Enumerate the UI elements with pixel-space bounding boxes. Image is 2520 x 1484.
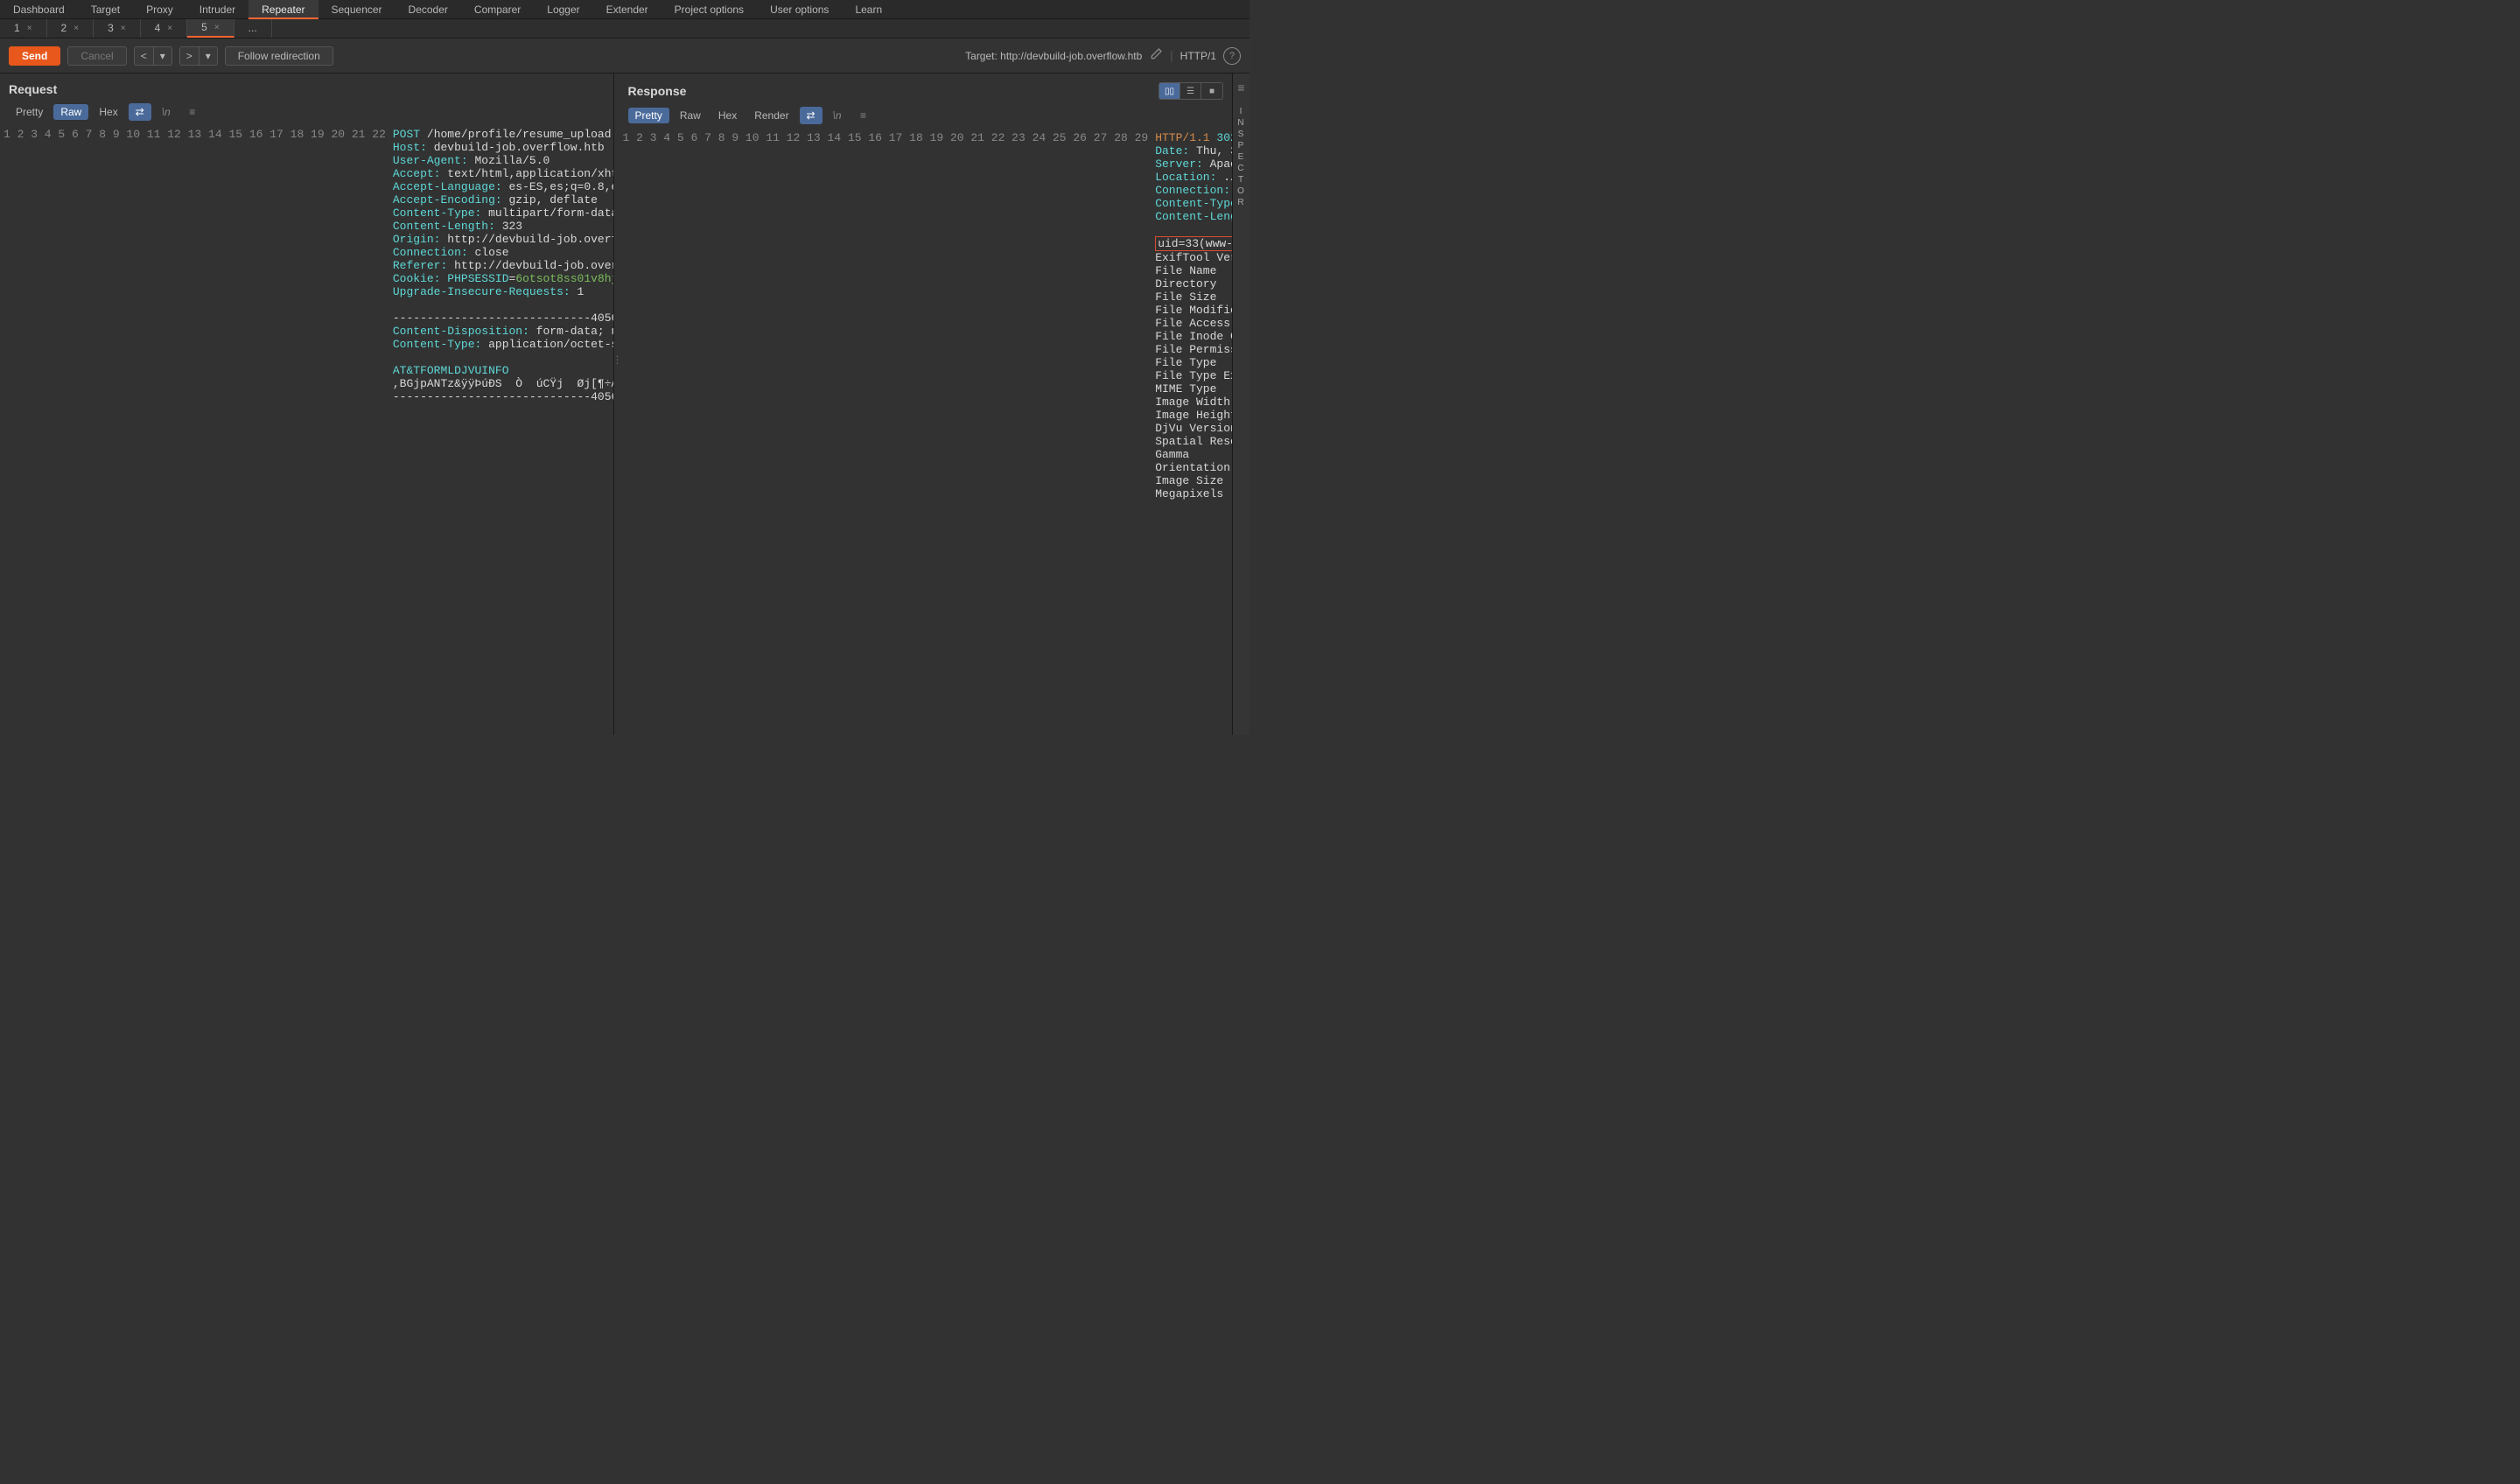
layout-switcher: ▯▯ ☰ ■ — [1158, 82, 1223, 100]
newline-icon[interactable]: \n — [155, 103, 178, 121]
response-view-tabs: Pretty RawHexRender ⇄\n≡ — [620, 107, 1233, 130]
follow-redirection-button[interactable]: Follow redirection — [225, 46, 333, 66]
top-tab-decoder[interactable]: Decoder — [396, 0, 461, 19]
close-icon[interactable]: × — [74, 19, 79, 38]
cancel-button[interactable]: Cancel — [67, 46, 126, 66]
top-tab-sequencer[interactable]: Sequencer — [318, 0, 396, 19]
nav-back-button[interactable]: < — [134, 46, 153, 66]
sub-tab-5[interactable]: 5× — [187, 19, 234, 38]
view-tab-render[interactable]: Render — [747, 108, 795, 123]
view-tab-raw[interactable]: Raw — [53, 104, 88, 120]
view-tab-raw[interactable]: Raw — [673, 108, 708, 123]
sub-tab-4[interactable]: 4× — [141, 19, 188, 38]
split-handle[interactable] — [614, 74, 620, 735]
nav-back-dropdown[interactable]: ▾ — [153, 46, 172, 66]
sub-tab-2[interactable]: 2× — [47, 19, 94, 38]
inspector-sidebar: ≡ INSPECTOR — [1232, 74, 1250, 735]
top-tab-learn[interactable]: Learn — [842, 0, 895, 19]
request-view-tabs: PrettyRawHex ⇄\n≡ — [0, 103, 613, 126]
close-icon[interactable]: × — [167, 19, 172, 38]
close-icon[interactable]: × — [214, 18, 220, 37]
request-editor[interactable]: 1 2 3 4 5 6 7 8 9 10 11 12 13 14 15 16 1… — [0, 126, 613, 735]
message-actions-icon[interactable]: ⇄ — [800, 107, 822, 124]
request-title: Request — [9, 82, 57, 96]
hamburger-icon[interactable]: ≡ — [181, 103, 204, 121]
top-tab-repeater[interactable]: Repeater — [248, 0, 318, 19]
response-title: Response — [628, 84, 687, 98]
request-panel: Request PrettyRawHex ⇄\n≡ 1 2 3 4 5 6 7 8… — [0, 74, 614, 735]
top-tab-user-options[interactable]: User options — [757, 0, 842, 19]
repeater-sub-tabs: 1×2×3×4×5×... — [0, 19, 1250, 38]
top-tab-extender[interactable]: Extender — [593, 0, 662, 19]
top-tab-intruder[interactable]: Intruder — [186, 0, 248, 19]
sub-tab-...[interactable]: ... — [234, 19, 272, 38]
sub-tab-3[interactable]: 3× — [94, 19, 141, 38]
main-split: Request PrettyRawHex⇄\n≡ 1 2 3 4 5 6 7 8… — [0, 74, 1250, 735]
nav-forward-dropdown[interactable]: ▾ — [199, 46, 218, 66]
view-tab-pretty[interactable]: Pretty — [9, 104, 50, 120]
top-tab-comparer[interactable]: Comparer — [461, 0, 534, 19]
response-panel: Response ▯▯ ☰ ■ Pretty RawHexRender ⇄\n≡ 1… — [620, 74, 1233, 735]
top-tab-dashboard[interactable]: Dashboard — [0, 0, 78, 19]
help-icon[interactable]: ? — [1223, 47, 1241, 65]
top-tab-project-options[interactable]: Project options — [662, 0, 757, 19]
send-button[interactable]: Send — [9, 46, 60, 66]
nav-back-group: < ▾ — [134, 46, 172, 66]
inspector-label: INSPECTOR — [1237, 107, 1245, 207]
http-version-label: HTTP/1 — [1180, 50, 1216, 62]
close-icon[interactable]: × — [121, 19, 126, 38]
view-tab-pretty[interactable]: Pretty — [628, 108, 669, 123]
layout-columns-icon[interactable]: ▯▯ — [1159, 83, 1180, 99]
layout-single-icon[interactable]: ■ — [1201, 83, 1222, 99]
sub-tab-1[interactable]: 1× — [0, 19, 47, 38]
top-tab-logger[interactable]: Logger — [534, 0, 592, 19]
top-tab-bar: DashboardTargetProxyIntruderRepeaterSequ… — [0, 0, 1250, 19]
edit-target-icon[interactable] — [1149, 47, 1163, 64]
close-icon[interactable]: × — [27, 19, 32, 38]
top-tab-proxy[interactable]: Proxy — [133, 0, 186, 19]
response-viewer[interactable]: 1 2 3 4 5 6 7 8 9 10 11 12 13 14 15 16 1… — [620, 130, 1233, 735]
view-tab-hex[interactable]: Hex — [92, 104, 124, 120]
message-actions-icon[interactable]: ⇄ — [129, 103, 151, 121]
top-tab-target[interactable]: Target — [78, 0, 133, 19]
inspector-toggle-icon[interactable]: ≡ — [1237, 80, 1244, 94]
nav-forward-button[interactable]: > — [179, 46, 199, 66]
hamburger-icon[interactable]: ≡ — [852, 107, 875, 124]
view-tab-hex[interactable]: Hex — [711, 108, 744, 123]
layout-rows-icon[interactable]: ☰ — [1180, 83, 1201, 99]
action-bar: Send Cancel < ▾ > ▾ Follow redirection T… — [0, 38, 1250, 74]
target-label: Target: http://devbuild-job.overflow.htb — [965, 50, 1142, 62]
newline-icon[interactable]: \n — [826, 107, 849, 124]
nav-forward-group: > ▾ — [179, 46, 218, 66]
